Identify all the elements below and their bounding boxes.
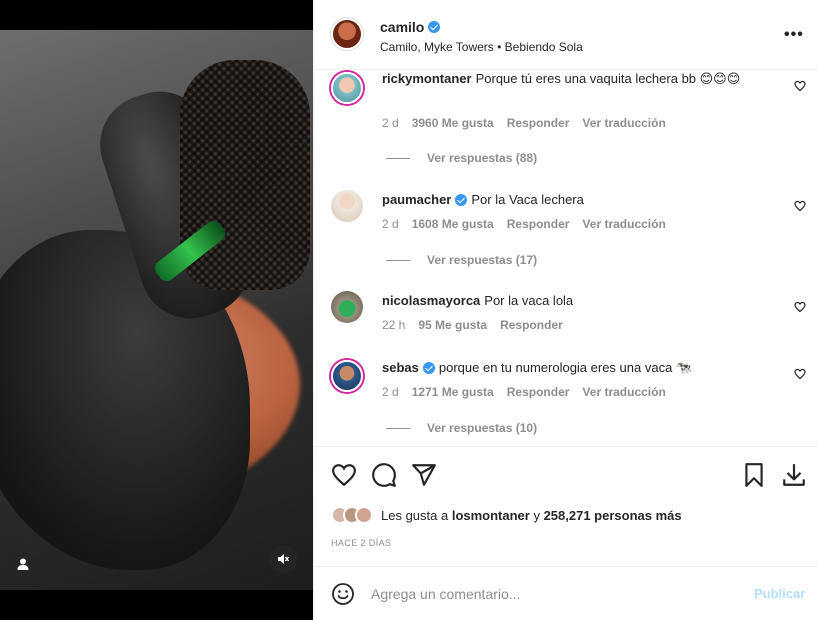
comment-reply-button[interactable]: Responder	[507, 217, 570, 231]
view-replies-label[interactable]: Ver respuestas (17)	[427, 253, 537, 267]
view-replies-button[interactable]: Ver respuestas (88)	[386, 151, 537, 165]
comment-text: Por la vaca lola	[484, 293, 574, 308]
mute-button[interactable]	[269, 545, 297, 573]
download-icon[interactable]	[781, 462, 807, 488]
mute-icon	[278, 554, 290, 564]
user-icon	[17, 558, 29, 570]
likes-user[interactable]: losmontaner	[452, 508, 530, 523]
comment-likes[interactable]: 3960 Me gusta	[412, 116, 494, 130]
comment-avatar[interactable]	[331, 360, 363, 392]
audio-attribution[interactable]: Camilo, Myke Towers • Bebiendo Sola	[380, 40, 583, 54]
comment-avatar[interactable]	[331, 291, 363, 323]
verified-badge-icon	[428, 21, 441, 33]
verified-badge-icon	[422, 362, 435, 374]
comment-like-icon[interactable]	[794, 200, 806, 212]
comment-like-icon[interactable]	[794, 368, 806, 380]
video-frame[interactable]	[0, 30, 313, 590]
comment-input[interactable]	[371, 581, 731, 607]
comment-avatar[interactable]	[331, 190, 363, 222]
comment-body: paumacher Por la Vaca lechera	[382, 191, 767, 209]
comment-time[interactable]: 22 h	[382, 318, 405, 332]
comments-list: rickymontaner Porque tú eres una vaquita …	[314, 70, 818, 446]
comment-reply-button[interactable]: Responder	[500, 318, 563, 332]
likes-summary[interactable]: Les gusta a losmontaner y 258,271 person…	[331, 506, 682, 524]
likes-middle: y	[529, 507, 544, 523]
publish-button[interactable]: Publicar	[754, 586, 805, 601]
comment-like-icon[interactable]	[794, 301, 806, 313]
comment-username[interactable]: sebas	[382, 359, 419, 377]
heart-icon[interactable]	[331, 462, 357, 488]
author-name-row[interactable]: camilo	[380, 19, 441, 35]
comment-body: rickymontaner Porque tú eres una vaquita …	[382, 70, 767, 88]
post-details-panel: camilo Camilo, Myke Towers • Bebiendo So…	[313, 0, 818, 620]
comment-translate-button[interactable]: Ver traducción	[582, 217, 665, 231]
comment-meta: 2 d 3960 Me gusta Responder Ver traducci…	[382, 116, 666, 130]
comment-time[interactable]: 2 d	[382, 217, 399, 231]
comment-text: Por la Vaca lechera	[471, 192, 584, 207]
author-username[interactable]: camilo	[380, 19, 424, 35]
view-replies-button[interactable]: Ver respuestas (17)	[386, 253, 537, 267]
comment-reply-button[interactable]: Responder	[507, 116, 570, 130]
replies-line	[386, 427, 410, 429]
comment-avatar[interactable]	[331, 72, 363, 104]
post-header: camilo Camilo, Myke Towers • Bebiendo So…	[314, 0, 818, 70]
post-media[interactable]	[0, 0, 313, 620]
comment-time[interactable]: 2 d	[382, 116, 399, 130]
comment-likes[interactable]: 95 Me gusta	[418, 318, 487, 332]
post-actions: Les gusta a losmontaner y 258,271 person…	[314, 446, 818, 566]
verified-badge-icon	[455, 194, 468, 206]
comment-icon[interactable]	[371, 462, 397, 488]
replies-line	[386, 259, 410, 261]
tagged-users-button[interactable]	[9, 550, 37, 578]
comment-username[interactable]: rickymontaner	[382, 71, 472, 86]
comment-likes[interactable]: 1608 Me gusta	[412, 217, 494, 231]
bookmark-icon[interactable]	[741, 462, 767, 488]
comment-text: Porque tú eres una vaquita lechera bb 😊😊…	[475, 71, 741, 86]
emoji-icon[interactable]	[331, 582, 355, 606]
comment-meta: 22 h 95 Me gusta Responder	[382, 318, 563, 332]
comment-username[interactable]: paumacher	[382, 191, 451, 209]
comment-meta: 2 d 1271 Me gusta Responder Ver traducci…	[382, 385, 666, 399]
comment-translate-button[interactable]: Ver traducción	[582, 116, 665, 130]
comment-username[interactable]: nicolasmayorca	[382, 293, 480, 308]
author-avatar[interactable]	[331, 18, 363, 50]
add-comment-bar: Publicar	[314, 566, 818, 620]
liker-avatar	[355, 506, 373, 524]
replies-line	[386, 157, 410, 159]
more-options-button[interactable]: •••	[784, 26, 804, 44]
comment-body: nicolasmayorca Por la vaca lola	[382, 292, 767, 310]
comment-likes[interactable]: 1271 Me gusta	[412, 385, 494, 399]
comment-body: sebas porque en tu numerologia eres una …	[382, 359, 767, 377]
comment-time[interactable]: 2 d	[382, 385, 399, 399]
view-replies-button[interactable]: Ver respuestas (10)	[386, 421, 537, 435]
comment-reply-button[interactable]: Responder	[507, 385, 570, 399]
share-icon[interactable]	[411, 462, 437, 488]
post-time[interactable]: HACE 2 DÍAS	[331, 538, 391, 548]
comment-like-icon[interactable]	[794, 80, 806, 92]
post-viewer: camilo Camilo, Myke Towers • Bebiendo So…	[0, 0, 818, 620]
comment-translate-button[interactable]: Ver traducción	[582, 385, 665, 399]
comment-meta: 2 d 1608 Me gusta Responder Ver traducci…	[382, 217, 666, 231]
likes-prefix: Les gusta a	[381, 507, 452, 523]
view-replies-label[interactable]: Ver respuestas (10)	[427, 421, 537, 435]
comment-text: porque en tu numerologia eres una vaca 🐄	[438, 360, 693, 375]
view-replies-label[interactable]: Ver respuestas (88)	[427, 151, 537, 165]
likes-count[interactable]: 258,271 personas más	[544, 508, 682, 523]
likes-text[interactable]: Les gusta a losmontaner y 258,271 person…	[381, 508, 682, 523]
